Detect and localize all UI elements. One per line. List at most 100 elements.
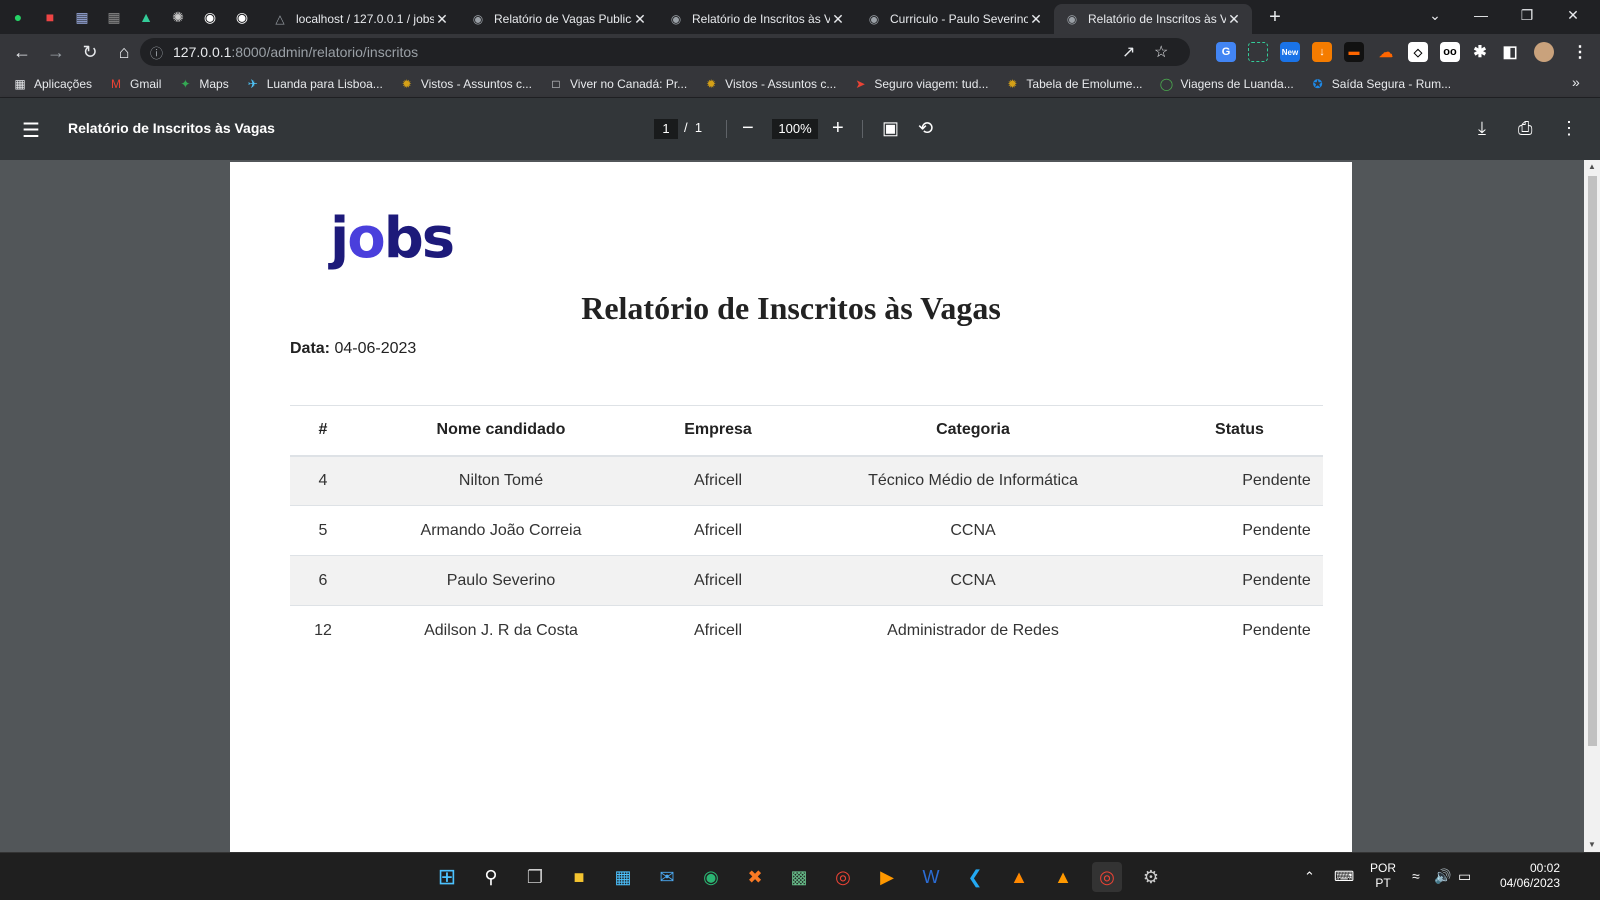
browser-tab[interactable]: ◉ Relatório de Vagas Publicadas✕ [460, 4, 658, 34]
bookmark-item[interactable]: ✦ Maps [177, 76, 228, 92]
forward-icon[interactable]: → [40, 36, 72, 68]
sublime-icon[interactable]: ▲ [1048, 862, 1078, 892]
browser-tab[interactable]: ◉ Curriculo - Paulo Severino ✕ [856, 4, 1054, 34]
close-window-button[interactable]: ✕ [1550, 0, 1596, 30]
pdf-more-actions-icon[interactable]: ⋮ [1560, 116, 1578, 140]
close-tab-icon[interactable]: ✕ [830, 11, 846, 28]
bookmark-item[interactable]: ◯ Viagens de Luanda... [1158, 76, 1294, 92]
extension-box-icon[interactable]: ◇ [1408, 42, 1428, 62]
extension-icon[interactable]: ▬ [1344, 42, 1364, 62]
scroll-up-icon[interactable]: ▲ [1588, 162, 1596, 171]
close-tab-icon[interactable]: ✕ [1028, 11, 1044, 28]
close-tab-icon[interactable]: ✕ [434, 11, 450, 28]
pinned-tab-5[interactable]: ▲ [132, 3, 160, 31]
whatsapp-pinned-tab[interactable]: ● [4, 3, 32, 31]
pinned-tab-2[interactable]: ■ [36, 3, 64, 31]
tab-search-icon[interactable]: ⌄ [1412, 0, 1458, 30]
bookmark-item[interactable]: ✹ Tabela de Emolume... [1004, 76, 1142, 92]
bookmark-item[interactable]: ✹ Vistos - Assuntos c... [703, 76, 836, 92]
xampp-icon[interactable]: ✖ [740, 862, 770, 892]
browser-tab[interactable]: ◉ Relatório de Inscritos às Vagas✕ [658, 4, 856, 34]
github-pinned-tab[interactable]: ◉ [196, 3, 224, 31]
table-cell: Pendente [1156, 505, 1323, 556]
bookmark-item[interactable]: ➤ Seguro viagem: tud... [852, 76, 988, 92]
bookmark-item[interactable]: ▦ Aplicações [12, 76, 92, 92]
print-icon[interactable]: ⎙ [1518, 116, 1532, 140]
pinned-tab-3[interactable]: ▦ [68, 3, 96, 31]
file-explorer-icon[interactable]: ■ [564, 862, 594, 892]
mail-icon[interactable]: ✉ [652, 862, 682, 892]
show-hidden-icons[interactable]: ⌃ [1304, 869, 1315, 885]
vscode-icon[interactable]: ❮ [960, 862, 990, 892]
share-icon[interactable]: ↗ [1122, 42, 1135, 62]
scrollbar-thumb[interactable] [1588, 176, 1597, 746]
zoom-in-icon[interactable]: + [832, 116, 844, 140]
bookmark-item[interactable]: □ Viver no Canadá: Pr... [548, 76, 687, 92]
wifi-icon[interactable]: ≈ [1412, 868, 1420, 884]
close-tab-icon[interactable]: ✕ [632, 11, 648, 28]
extensions-puzzle-icon[interactable]: ✱ [1470, 42, 1490, 62]
word-icon[interactable]: W [916, 862, 946, 892]
language-indicator[interactable]: POR PT [1370, 861, 1396, 891]
bookmark-item[interactable]: ✪ Saída Segura - Rum... [1310, 76, 1451, 92]
new-extension-icon[interactable]: New [1280, 42, 1300, 62]
scroll-down-icon[interactable]: ▼ [1588, 840, 1596, 849]
back-icon[interactable]: ← [6, 36, 38, 68]
bookmark-item[interactable]: M Gmail [108, 76, 161, 92]
language-top: POR [1370, 861, 1397, 875]
app-icon[interactable]: ▩ [784, 862, 814, 892]
reload-icon[interactable]: ↻ [74, 36, 106, 68]
translate-extension-icon[interactable]: G [1216, 42, 1236, 62]
star-icon: ✪ [1312, 76, 1323, 91]
home-icon[interactable]: ⌂ [108, 36, 140, 68]
browser-tab[interactable]: ◉ Relatório de Inscritos às Vagas✕ [1054, 4, 1252, 34]
edge-icon[interactable]: ◉ [696, 862, 726, 892]
minimize-button[interactable]: — [1458, 0, 1504, 30]
more-bookmarks-icon[interactable]: » [1572, 74, 1580, 90]
bookmark-item[interactable]: ✹ Vistos - Assuntos c... [399, 76, 532, 92]
zoom-level-input[interactable]: 100% [772, 119, 818, 139]
address-bar[interactable]: ⓘ 127.0.0.1:8000/admin/relatorio/inscrit… [140, 38, 1190, 66]
download-icon[interactable]: ⤓ [1478, 116, 1486, 140]
start-icon[interactable]: ⊞ [432, 862, 462, 892]
screenshot-extension-icon[interactable] [1248, 42, 1268, 62]
clock[interactable]: 00:02 04/06/2023 [1494, 861, 1560, 891]
chrome-active-icon[interactable]: ◎ [1092, 862, 1122, 892]
browser-tab[interactable]: △ localhost / 127.0.0.1 / jobs ✕ [262, 4, 460, 34]
table-cell: Pendente [1156, 555, 1323, 606]
chrome-icon[interactable]: ◎ [828, 862, 858, 892]
restore-button[interactable]: ❐ [1504, 0, 1550, 30]
settings-gear-icon[interactable]: ⚙ [1136, 862, 1166, 892]
bookmark-star-icon[interactable]: ☆ [1154, 42, 1168, 62]
new-tab-button[interactable]: + [1260, 6, 1290, 29]
media-player-icon[interactable]: ▶ [872, 862, 902, 892]
page-number-input[interactable]: 1 [654, 119, 678, 139]
rotate-icon[interactable]: ⟲ [918, 116, 933, 140]
keyboard-icon[interactable]: ⌨ [1334, 868, 1354, 885]
pinned-tab-4[interactable]: ▦ [100, 3, 128, 31]
chrome-menu-icon[interactable]: ⋮ [1570, 42, 1590, 62]
pdf-menu-icon[interactable]: ☰ [22, 118, 40, 143]
site-info-icon[interactable]: ⓘ [150, 43, 163, 62]
toolbar-divider [726, 120, 727, 138]
zoom-out-icon[interactable]: − [742, 116, 754, 140]
globe-icon: ◯ [1159, 76, 1174, 91]
emblem-icon: ✹ [1007, 76, 1018, 91]
vlc-icon[interactable]: ▲ [1004, 862, 1034, 892]
volume-icon[interactable]: 🔊 [1434, 868, 1451, 885]
vertical-scrollbar[interactable]: ▲ ▼ [1584, 160, 1600, 852]
chatgpt-pinned-tab[interactable]: ✺ [164, 3, 192, 31]
soundcloud-icon[interactable]: ☁ [1376, 42, 1396, 62]
download-extension-icon[interactable]: ↓ [1312, 42, 1332, 62]
profile-avatar[interactable] [1534, 42, 1554, 62]
fit-to-page-icon[interactable]: ▣ [882, 116, 899, 140]
search-icon[interactable]: ⚲ [476, 862, 506, 892]
battery-icon[interactable]: ▭ [1458, 868, 1471, 885]
store-icon[interactable]: ▦ [608, 862, 638, 892]
github-pinned-tab-2[interactable]: ◉ [228, 3, 256, 31]
task-view-icon[interactable]: ❐ [520, 862, 550, 892]
side-panel-icon[interactable]: ◧ [1500, 42, 1520, 62]
bookmark-item[interactable]: ✈ Luanda para Lisboa... [245, 76, 383, 92]
close-tab-icon[interactable]: ✕ [1226, 11, 1242, 28]
extension-eye-icon[interactable]: oo [1440, 42, 1460, 62]
